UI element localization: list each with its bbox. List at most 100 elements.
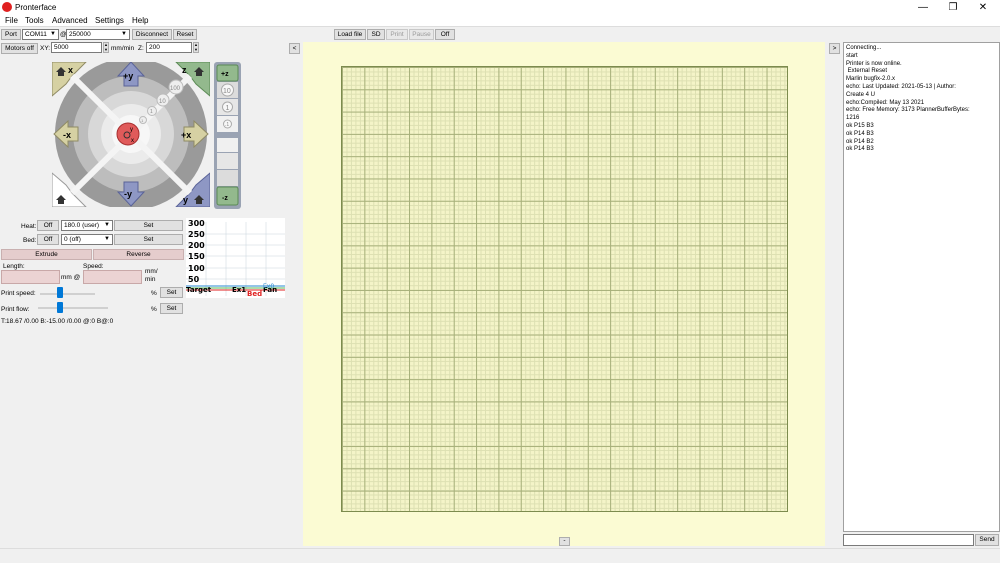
home-z-label: z <box>182 65 187 75</box>
collapse-bottom-button[interactable]: - <box>559 537 570 546</box>
graph-tick-150: 150 <box>188 252 205 261</box>
jog-y-plus-label: +y <box>123 71 133 81</box>
title-bar: Pronterface — ❐ ✕ <box>0 0 1000 15</box>
xy-feedrate-input[interactable]: 5000 <box>51 42 102 53</box>
log-line: echo: Last Updated: 2021-05-13 | Author: <box>846 83 956 90</box>
heat-label: Heat: <box>21 223 37 230</box>
port-select[interactable]: COM11 ▼ <box>22 29 59 40</box>
send-button[interactable]: Send <box>975 534 999 546</box>
jog-x-minus-label: -x <box>63 130 71 140</box>
reverse-button[interactable]: Reverse <box>93 249 184 260</box>
log-line: ok P14 B3 <box>846 146 874 153</box>
length-input[interactable] <box>1 270 60 284</box>
print-speed-unit: % <box>151 290 157 297</box>
xy-jog-control[interactable]: x z y +y -y -x +x 100 10 1 .1 y x <box>52 62 210 207</box>
heat-off-button[interactable]: Off <box>37 220 59 231</box>
menu-file[interactable]: File <box>5 16 18 25</box>
print-speed-label: Print speed: <box>1 290 36 297</box>
window-title: Pronterface <box>15 3 57 12</box>
print-flow-set-button[interactable]: Set <box>160 303 183 314</box>
reset-button[interactable]: Reset <box>173 29 197 40</box>
print-button[interactable]: Print <box>386 29 408 40</box>
graph-tick-200: 200 <box>188 241 205 250</box>
bed-off-button[interactable]: Off <box>37 234 59 245</box>
heat-set-button[interactable]: Set <box>114 220 183 231</box>
bed-label: Bed: <box>23 237 37 244</box>
log-line: ok P14 B3 <box>846 130 874 137</box>
step-100-label: 100 <box>170 86 181 92</box>
extrude-button[interactable]: Extrude <box>1 249 92 260</box>
menu-help[interactable]: Help <box>132 16 148 25</box>
xy-feedrate-spinner[interactable]: ▲ ▼ <box>103 42 109 53</box>
graph-tick-100: 100 <box>188 264 205 273</box>
z-minus-10-button[interactable] <box>217 170 238 186</box>
maximize-button[interactable]: ❐ <box>938 0 968 15</box>
heat-value: 180.0 (user) <box>64 222 100 229</box>
print-speed-slider[interactable] <box>40 293 95 295</box>
log-line: echo:Compiled: May 13 2021 <box>846 99 925 106</box>
z-plus-label: +z <box>221 71 229 78</box>
sd-button[interactable]: SD <box>367 29 385 40</box>
console-log[interactable]: Connecting... start Printer is now onlin… <box>843 42 1000 532</box>
bed-select[interactable]: 0 (off) ▼ <box>61 234 113 245</box>
log-line: ok P14 B2 <box>846 138 874 145</box>
load-file-button[interactable]: Load file <box>334 29 366 40</box>
z-minus-01-button[interactable] <box>217 138 238 152</box>
temperature-status: T:18.67 /0.00 B:-15.00 /0.00 @:0 B@:0 <box>1 318 114 325</box>
motors-off-button[interactable]: Motors off <box>1 43 38 54</box>
z-minus-1-button[interactable] <box>217 153 238 169</box>
collapse-left-button[interactable]: < <box>289 43 300 54</box>
speed-unit-label: mm/ min <box>145 268 158 283</box>
close-button[interactable]: ✕ <box>968 0 998 15</box>
z-feedrate-input[interactable]: 200 <box>146 42 192 53</box>
center-button[interactable] <box>116 122 140 146</box>
step-10-label: 10 <box>159 99 166 105</box>
jog-x-plus-label: +x <box>181 130 191 140</box>
pause-button[interactable]: Pause <box>409 29 434 40</box>
bed-set-button[interactable]: Set <box>114 234 183 245</box>
command-input[interactable] <box>843 534 974 546</box>
legend-ex0: Ex0 <box>263 283 274 290</box>
legend-bed: Bed <box>247 290 262 298</box>
baud-value: 250000 <box>69 31 91 38</box>
z-step-10-label: 10 <box>223 88 231 95</box>
print-flow-slider[interactable] <box>38 307 108 309</box>
app-icon <box>2 2 12 12</box>
heat-select[interactable]: 180.0 (user) ▼ <box>61 220 113 231</box>
chevron-down-icon: ▼ <box>50 31 56 37</box>
menu-advanced[interactable]: Advanced <box>52 16 88 25</box>
log-line: Marlin bugfix-2.0.x <box>846 76 896 83</box>
legend-ex1: Ex1 <box>232 286 246 294</box>
port-button[interactable]: Port <box>1 29 21 40</box>
log-line: Printer is now online. <box>846 60 902 67</box>
disconnect-button[interactable]: Disconnect <box>132 29 172 40</box>
build-plate-panel <box>303 42 825 546</box>
build-plate-grid[interactable] <box>341 66 788 512</box>
log-line: echo: Free Memory: 3173 PlannerBufferByt… <box>846 107 970 114</box>
chevron-down-icon: ▼ <box>104 222 110 228</box>
center-y-label: y <box>130 127 133 133</box>
print-speed-set-button[interactable]: Set <box>160 287 183 298</box>
bed-value: 0 (off) <box>64 236 81 243</box>
z-feedrate-spinner[interactable]: ▲ ▼ <box>193 42 199 53</box>
print-speed-slider-thumb[interactable] <box>56 287 63 298</box>
baud-select[interactable]: 250000 ▼ <box>66 29 130 40</box>
xy-unit-label: mm/min <box>111 45 135 52</box>
home-y-label: y <box>183 195 188 205</box>
print-flow-slider-thumb[interactable] <box>56 302 63 313</box>
log-line: ok P15 B3 <box>846 122 874 129</box>
speed-input[interactable] <box>83 270 142 284</box>
z-label: Z: <box>138 45 144 52</box>
jog-y-minus-label: -y <box>124 189 132 199</box>
collapse-right-button[interactable]: > <box>829 43 840 54</box>
temperature-graph: 300 250 200 150 100 50 Target Ex1 Bed Fa… <box>186 218 285 298</box>
log-line: Create 4 U <box>846 91 876 98</box>
z-minus-label: -z <box>222 195 228 202</box>
menu-tools[interactable]: Tools <box>25 16 44 25</box>
legend-target: Target <box>186 286 212 294</box>
off-button[interactable]: Off <box>435 29 455 40</box>
menu-settings[interactable]: Settings <box>95 16 124 25</box>
minimize-button[interactable]: — <box>908 0 938 15</box>
log-line: 1216 <box>846 115 860 122</box>
z-step-1-label: 1 <box>226 105 230 112</box>
